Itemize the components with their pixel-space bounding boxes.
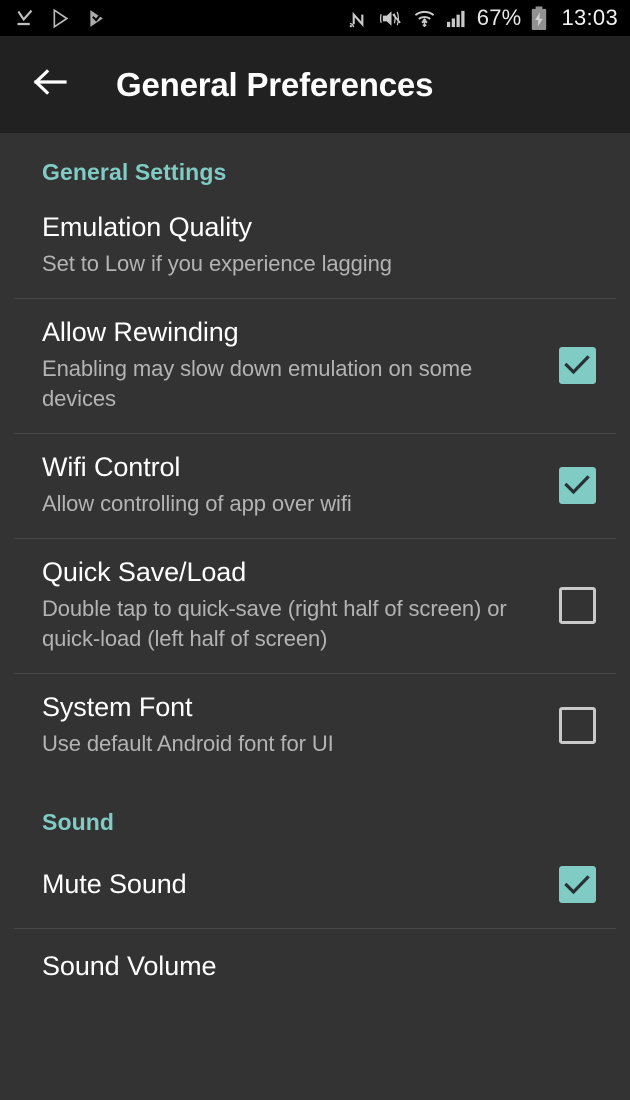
- pref-allow-rewinding[interactable]: Allow Rewinding Enabling may slow down e…: [0, 299, 630, 433]
- pref-title: Allow Rewinding: [42, 317, 239, 348]
- pref-sound-volume[interactable]: Sound Volume: [0, 929, 630, 983]
- download-complete-icon: [14, 8, 35, 29]
- pref-title: Sound Volume: [42, 950, 217, 981]
- pref-title: Quick Save/Load: [42, 557, 247, 588]
- pref-widget-slot: [550, 866, 604, 904]
- pref-text-block: Allow Rewinding Enabling may slow down e…: [42, 317, 550, 413]
- play-store-icon: [51, 8, 71, 29]
- status-bar: 67% 13:03: [0, 0, 630, 36]
- pref-summary: Double tap to quick-save (right half of …: [42, 596, 507, 651]
- status-bar-clock: 13:03: [561, 5, 618, 30]
- pref-emulation-quality[interactable]: Emulation Quality Set to Low if you expe…: [0, 194, 630, 298]
- pref-mute-sound[interactable]: Mute Sound: [0, 844, 630, 928]
- back-arrow-icon: [32, 67, 68, 102]
- nfc-icon: [347, 7, 370, 30]
- checkbox-allow-rewinding[interactable]: [558, 346, 596, 384]
- pref-system-font[interactable]: System Font Use default Android font for…: [0, 674, 630, 778]
- pref-title: System Font: [42, 692, 193, 723]
- pref-text-block: Sound Volume: [42, 951, 604, 983]
- preferences-list[interactable]: General Settings Emulation Quality Set t…: [0, 133, 630, 1100]
- pref-widget-slot: [550, 586, 604, 624]
- wifi-icon: [413, 7, 436, 30]
- pref-text-block: Quick Save/Load Double tap to quick-save…: [42, 557, 550, 653]
- app-toolbar: General Preferences: [0, 36, 630, 133]
- pref-quick-save-load[interactable]: Quick Save/Load Double tap to quick-save…: [0, 539, 630, 673]
- pref-text-block: Wifi Control Allow controlling of app ov…: [42, 452, 550, 518]
- cellular-signal-icon: [445, 8, 468, 29]
- back-button[interactable]: [26, 61, 74, 109]
- pref-summary: Enabling may slow down emulation on some…: [42, 356, 473, 411]
- checkbox-quick-save-load[interactable]: [558, 586, 596, 624]
- play-store-check-icon: [87, 8, 107, 29]
- battery-percent: 67%: [476, 5, 522, 30]
- pref-text-block: Emulation Quality Set to Low if you expe…: [42, 212, 604, 278]
- pref-summary: Use default Android font for UI: [42, 731, 334, 757]
- battery-charging-icon: [530, 5, 548, 31]
- checkmark-icon: [564, 475, 590, 495]
- pref-text-block: System Font Use default Android font for…: [42, 692, 550, 758]
- checkbox-wifi-control[interactable]: [558, 466, 596, 504]
- pref-widget-slot: [550, 346, 604, 384]
- section-header-sound: Sound: [42, 808, 115, 835]
- phone-screen: 67% 13:03 General Preferences General Se…: [0, 0, 630, 1100]
- pref-summary: Allow controlling of app over wifi: [42, 490, 352, 516]
- pref-wifi-control[interactable]: Wifi Control Allow controlling of app ov…: [0, 434, 630, 538]
- volume-mute-icon: [379, 7, 404, 30]
- pref-title: Mute Sound: [42, 868, 187, 899]
- pref-title: Wifi Control: [42, 452, 181, 483]
- pref-title: Emulation Quality: [42, 212, 252, 242]
- pref-widget-slot: [550, 466, 604, 504]
- pref-summary: Set to Low if you experience lagging: [42, 250, 392, 276]
- checkmark-icon: [564, 355, 590, 375]
- checkmark-icon: [564, 874, 590, 895]
- status-bar-right-icons: 67% 13:03: [347, 5, 618, 31]
- section-header-general-settings: General Settings: [42, 159, 227, 185]
- page-title: General Preferences: [116, 65, 434, 103]
- pref-widget-slot: [550, 706, 604, 744]
- pref-text-block: Mute Sound: [42, 869, 550, 901]
- status-bar-left-icons: [14, 8, 107, 29]
- checkbox-system-font[interactable]: [558, 706, 596, 744]
- checkbox-mute-sound[interactable]: [558, 866, 596, 904]
